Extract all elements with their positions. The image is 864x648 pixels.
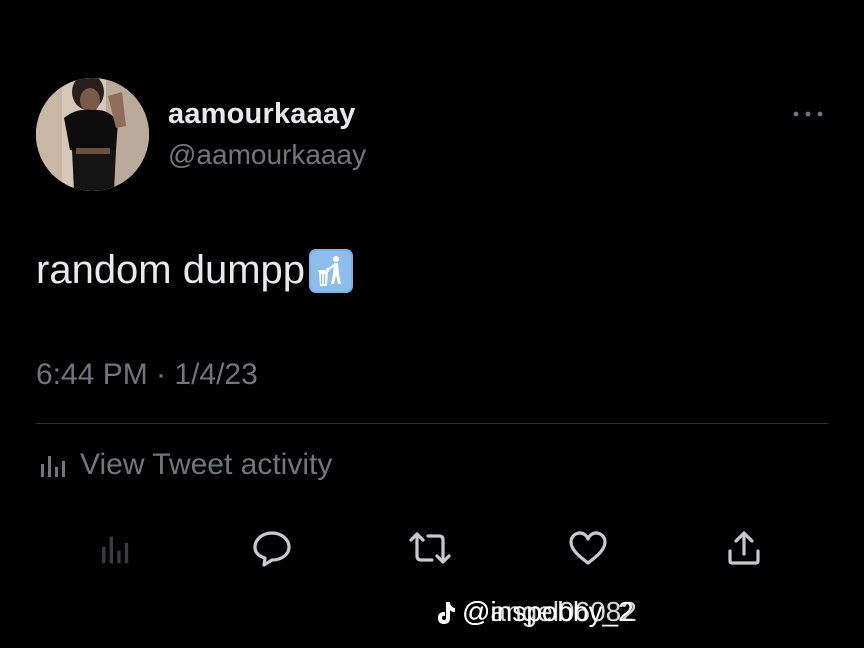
bar-chart-icon [41,456,65,477]
avatar-photo [36,78,149,191]
share-button[interactable] [720,526,768,570]
reply-button[interactable] [248,526,296,570]
tiktok-watermark: @inspobby_2 @angel06082 [432,596,637,630]
tweet-body: random dumpp [36,247,354,293]
tweet-text: random dumpp [36,247,306,292]
divider [36,423,828,424]
tweet-timestamp[interactable]: 6:44 PM · 1/4/23 [36,358,258,392]
speech-bubble-icon [253,531,291,567]
avatar[interactable] [36,78,149,191]
like-button[interactable] [564,526,612,570]
more-options-button[interactable] [790,104,826,124]
heart-icon [569,531,607,565]
tiktok-logo-icon [438,602,455,624]
watermark-handles: @inspobby_2 @angel06082 [462,596,637,630]
watermark-handle-secondary: @angel06082 [462,596,637,627]
tweet-card: aamourkaaay @aamourkaaay random dumpp 6:… [0,0,864,648]
analytics-button[interactable] [92,526,140,570]
retweet-icon [409,532,451,564]
share-icon [728,531,760,565]
view-tweet-activity-link[interactable]: View Tweet activity [38,448,332,482]
ellipsis-icon [793,111,823,117]
bar-chart-icon [102,536,129,564]
author-display-name[interactable]: aamourkaaay [168,98,356,131]
retweet-button[interactable] [406,526,454,570]
wastebasket-emoji [308,248,354,294]
view-tweet-activity-label: View Tweet activity [80,448,333,481]
author-handle[interactable]: @aamourkaaay [168,139,366,171]
